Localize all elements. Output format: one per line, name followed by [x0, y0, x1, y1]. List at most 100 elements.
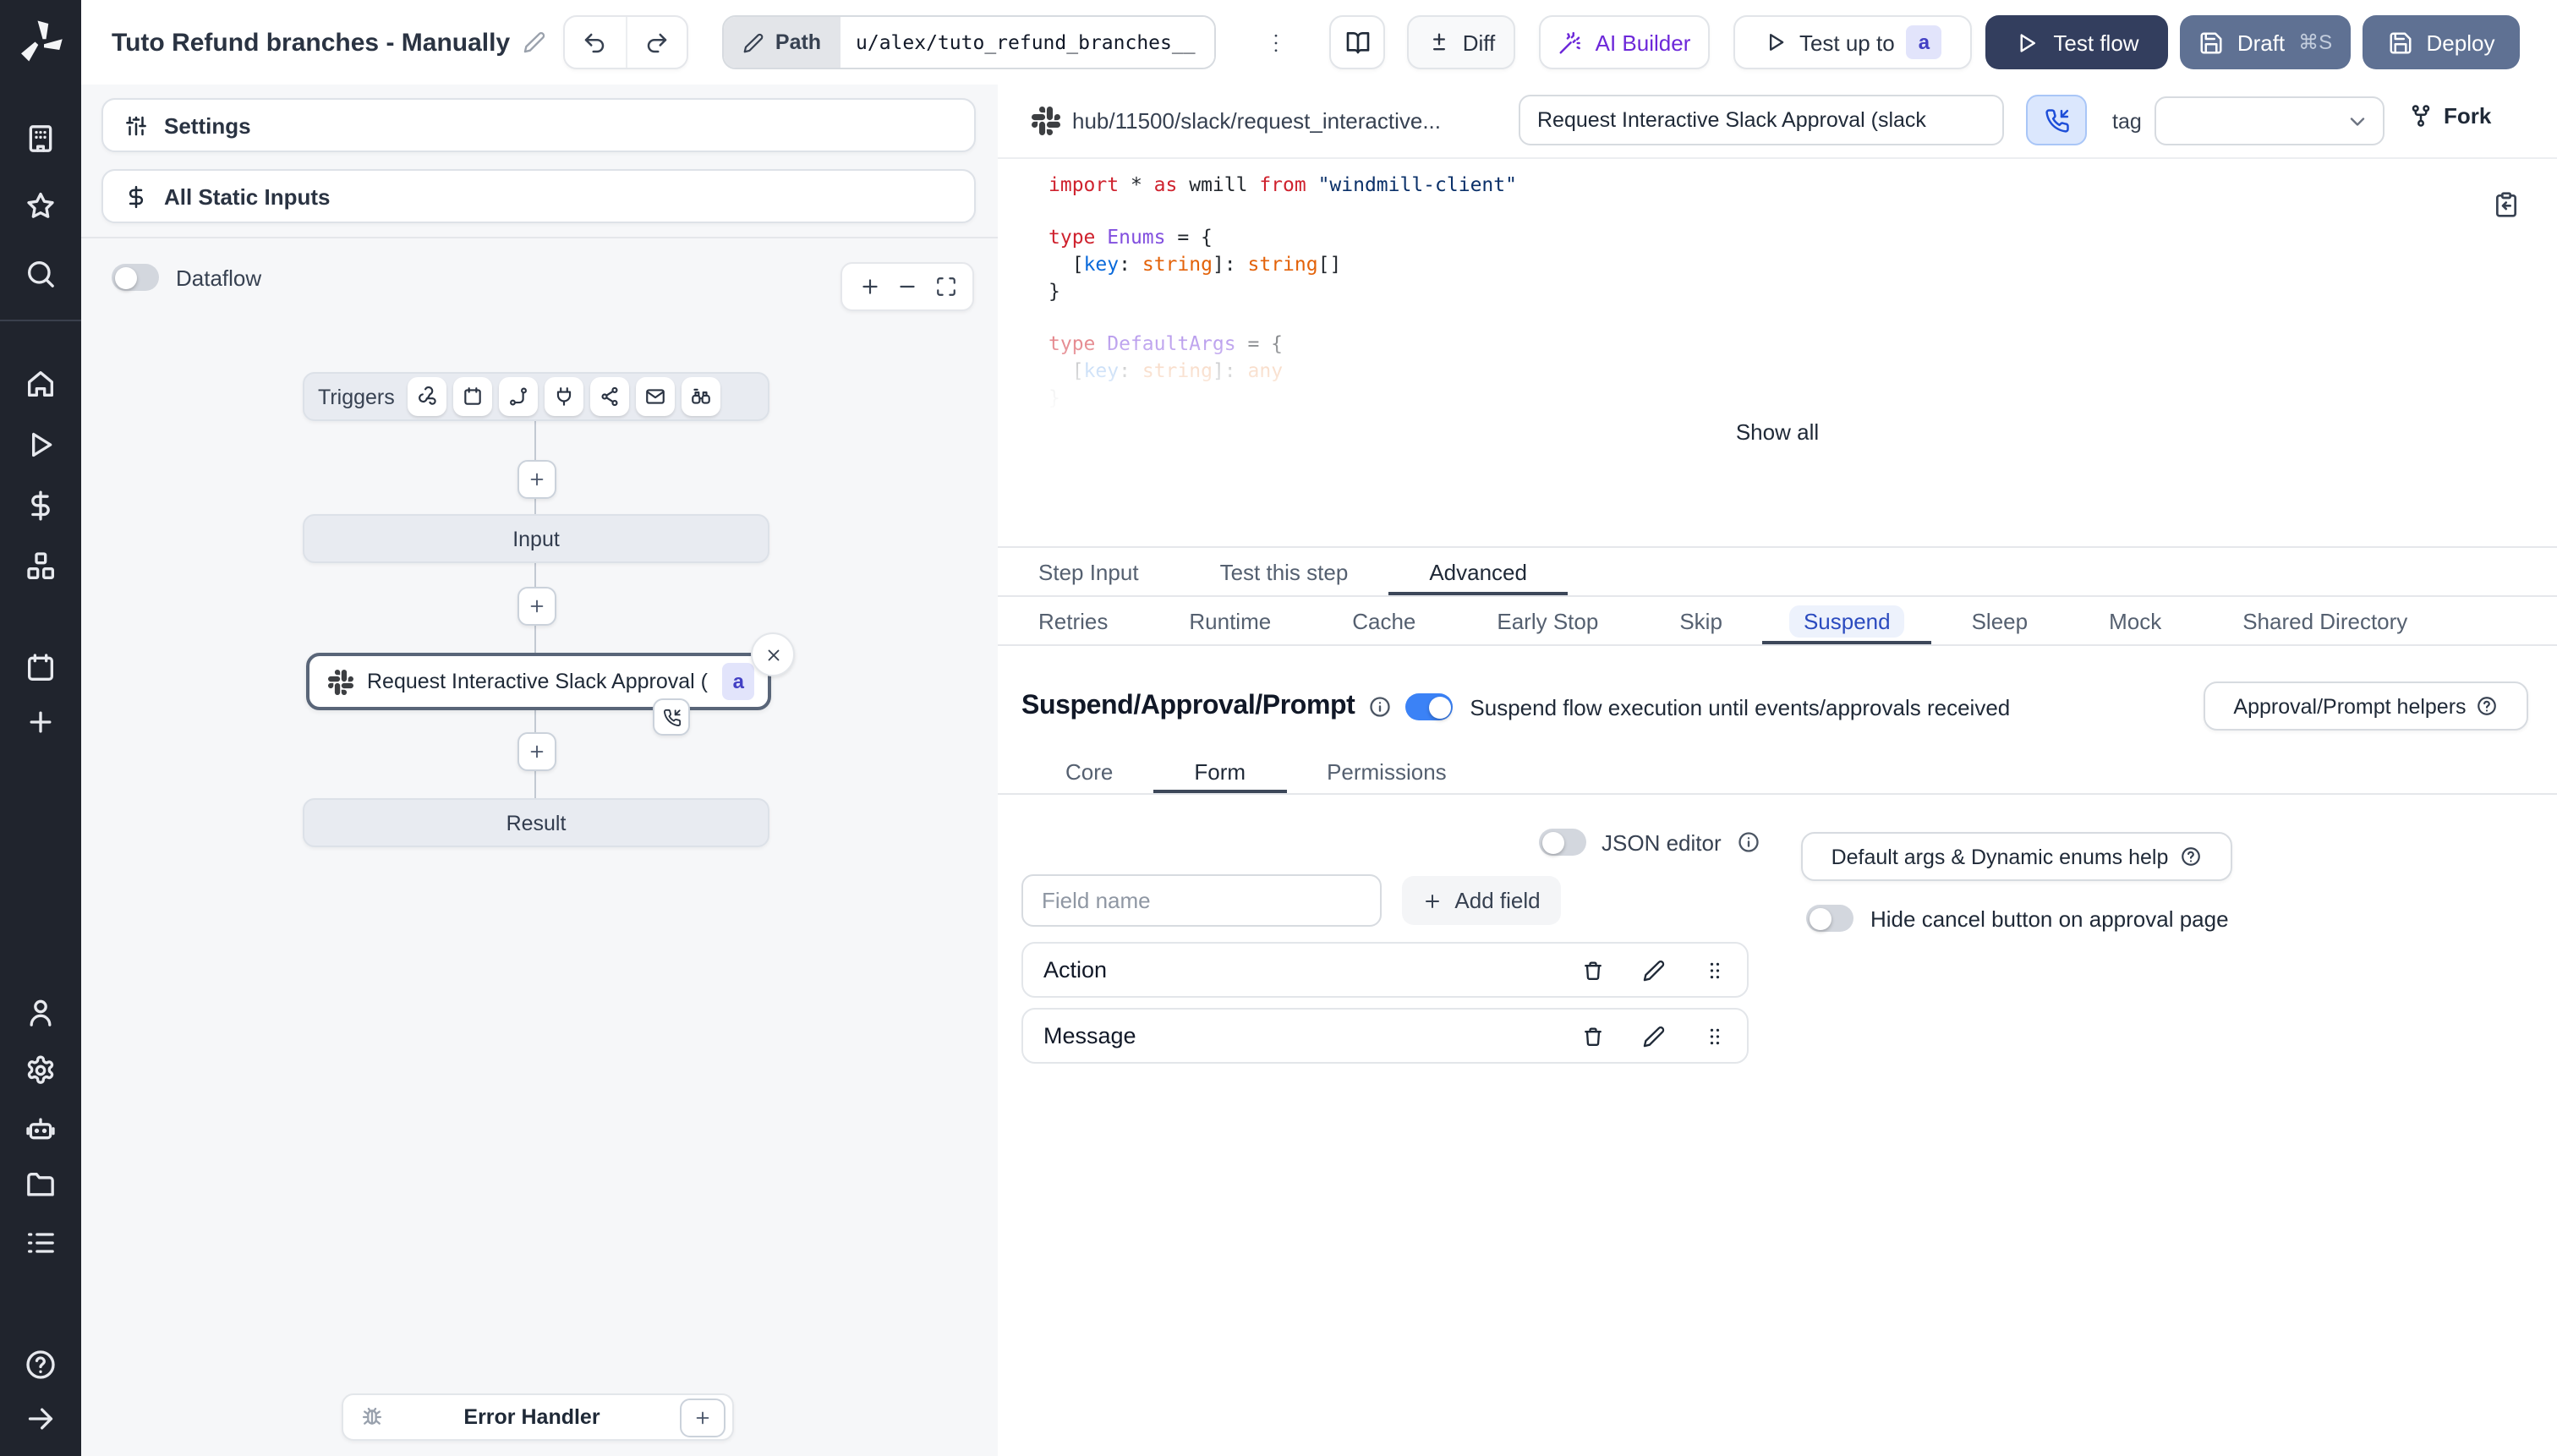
trigger-poll-button[interactable] — [682, 377, 721, 416]
diff-button[interactable]: Diff — [1407, 15, 1515, 69]
trigger-schedule-button[interactable] — [453, 377, 493, 416]
json-editor-toggle[interactable] — [1539, 829, 1586, 856]
sidebar-search-icon[interactable] — [24, 257, 57, 291]
sidebar-variables-icon[interactable] — [24, 489, 57, 523]
trash-icon[interactable] — [1581, 958, 1605, 982]
trash-icon[interactable] — [1581, 1024, 1605, 1048]
sidebar-settings-icon[interactable] — [24, 1054, 57, 1087]
add-field-button[interactable]: Add field — [1402, 876, 1561, 925]
trigger-webhook-button[interactable] — [408, 377, 447, 416]
dataflow-toggle[interactable] — [112, 264, 159, 291]
pencil-icon[interactable] — [1642, 958, 1666, 982]
step-summary-input[interactable] — [1519, 95, 2004, 145]
grip-icon[interactable] — [1703, 1024, 1727, 1048]
path-label: Path — [775, 30, 822, 54]
test-up-to-button[interactable]: Test up to a — [1733, 15, 1972, 69]
sidebar-user-icon[interactable] — [24, 996, 57, 1030]
subtab-retries[interactable]: Retries — [998, 597, 1148, 644]
suspend-tab-permissions[interactable]: Permissions — [1286, 749, 1487, 793]
sidebar-workers-icon[interactable] — [24, 1111, 57, 1145]
windmill-logo-icon[interactable] — [15, 17, 66, 68]
subtab-mock[interactable]: Mock — [2068, 597, 2202, 644]
approval-helpers-button[interactable]: Approval/Prompt helpers — [2204, 681, 2528, 731]
paste-clipboard-icon[interactable] — [2493, 191, 2520, 218]
draft-button[interactable]: Draft ⌘S — [2180, 15, 2351, 69]
insert-step-button[interactable] — [517, 587, 556, 626]
subtab-early-stop[interactable]: Early Stop — [1456, 597, 1639, 644]
input-node[interactable]: Input — [303, 514, 769, 563]
deploy-label: Deploy — [2426, 30, 2495, 55]
pencil-icon[interactable] — [1642, 1024, 1666, 1048]
sidebar-folders-icon[interactable] — [24, 1169, 57, 1202]
undo-button[interactable] — [565, 17, 625, 68]
trigger-websocket-button[interactable] — [545, 377, 584, 416]
trigger-email-button[interactable] — [636, 377, 676, 416]
error-handler-node[interactable]: Error Handler — [342, 1393, 734, 1441]
sidebar-runs-icon[interactable] — [24, 428, 57, 462]
default-args-help-button[interactable]: Default args & Dynamic enums help — [1801, 832, 2232, 881]
sidebar-help-icon[interactable] — [24, 1348, 57, 1382]
suspend-tab-core[interactable]: Core — [1025, 749, 1153, 793]
test-flow-button[interactable]: Test flow — [1985, 15, 2168, 69]
path-edit-button[interactable]: Path — [724, 17, 840, 68]
tag-select[interactable] — [2155, 96, 2385, 145]
zoom-out-icon[interactable] — [896, 276, 918, 298]
edit-title-pencil-icon[interactable] — [522, 30, 545, 54]
tab-advanced[interactable]: Advanced — [1388, 548, 1568, 595]
info-icon[interactable] — [1737, 830, 1760, 854]
redo-button[interactable] — [625, 17, 687, 68]
fork-button[interactable]: Fork — [2408, 103, 2491, 129]
trigger-kafka-button[interactable] — [590, 377, 630, 416]
suspend-toggle[interactable] — [1405, 693, 1454, 720]
add-error-handler-button[interactable] — [680, 1398, 725, 1437]
sidebar — [0, 0, 81, 1456]
more-options-button[interactable] — [1255, 15, 1295, 69]
kafka-icon — [600, 386, 621, 408]
slack-icon — [1032, 107, 1060, 135]
suspend-tab-form[interactable]: Form — [1153, 749, 1286, 793]
delete-step-button[interactable] — [751, 632, 795, 676]
zoom-in-icon[interactable] — [858, 276, 880, 298]
approval-step-node[interactable]: Request Interactive Slack Approval (... … — [306, 653, 771, 710]
flow-settings-button[interactable]: Settings — [101, 98, 976, 152]
field-name-input[interactable] — [1021, 874, 1382, 927]
insert-step-button[interactable] — [517, 460, 556, 499]
subtab-suspend[interactable]: Suspend — [1763, 597, 1931, 644]
trigger-http-route-button[interactable] — [499, 377, 539, 416]
redo-icon — [644, 30, 670, 55]
info-icon[interactable] — [1368, 695, 1392, 719]
ai-builder-button[interactable]: AI Builder — [1539, 15, 1710, 69]
subtab-skip[interactable]: Skip — [1639, 597, 1763, 644]
tab-step-input[interactable]: Step Input — [998, 548, 1180, 595]
settings-label: Settings — [164, 112, 251, 138]
tab-test-this-step[interactable]: Test this step — [1180, 548, 1389, 595]
input-node-label: Input — [512, 527, 560, 550]
grip-icon[interactable] — [1703, 958, 1727, 982]
subtab-shared-directory[interactable]: Shared Directory — [2202, 597, 2448, 644]
result-node[interactable]: Result — [303, 798, 769, 847]
sidebar-logs-icon[interactable] — [24, 1226, 57, 1260]
subtab-runtime[interactable]: Runtime — [1148, 597, 1311, 644]
suspend-settings-button[interactable] — [2026, 95, 2087, 145]
subtab-sleep[interactable]: Sleep — [1931, 597, 2069, 644]
deploy-button[interactable]: Deploy — [2363, 15, 2520, 69]
docs-button[interactable] — [1329, 15, 1385, 69]
show-all-button[interactable]: Show all — [998, 419, 2557, 445]
code-line: type Enums = { — [1049, 225, 1213, 249]
sidebar-workspace-icon[interactable] — [24, 122, 57, 156]
sidebar-schedules-icon[interactable] — [24, 651, 57, 685]
subtab-cache[interactable]: Cache — [1311, 597, 1456, 644]
sidebar-home-icon[interactable] — [24, 367, 57, 401]
hide-cancel-toggle[interactable] — [1806, 905, 1853, 932]
path-input[interactable] — [840, 17, 1214, 68]
sidebar-expand-icon[interactable] — [24, 1402, 57, 1436]
insert-step-button[interactable] — [517, 732, 556, 771]
sidebar-add-icon[interactable] — [24, 705, 57, 739]
triggers-node[interactable]: Triggers — [303, 372, 769, 421]
sidebar-favorites-icon[interactable] — [24, 189, 57, 223]
all-static-inputs-button[interactable]: All Static Inputs — [101, 169, 976, 223]
close-icon — [764, 645, 782, 664]
sidebar-resources-icon[interactable] — [24, 550, 57, 583]
fit-view-icon[interactable] — [934, 276, 956, 298]
